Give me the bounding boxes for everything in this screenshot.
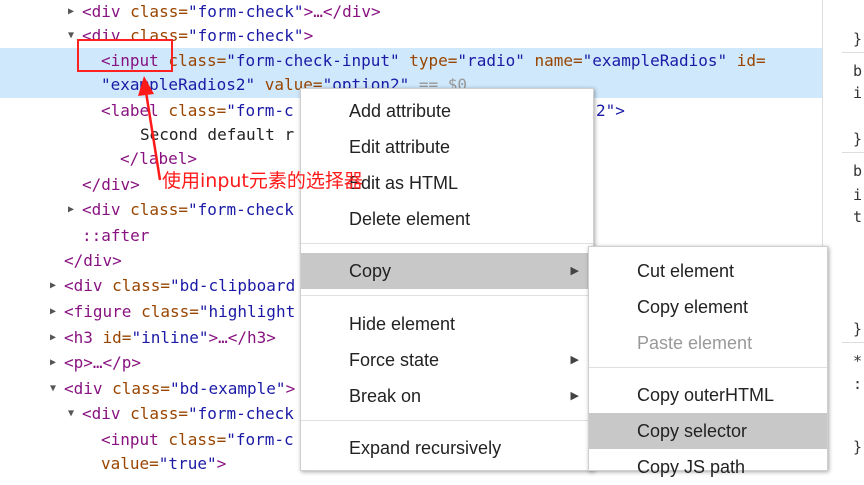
- menu-item-force-state[interactable]: Force state ▶: [301, 342, 593, 378]
- dom-node-line[interactable]: <h3 id="inline">…</h3>: [64, 326, 276, 350]
- expand-triangle-icon[interactable]: ▶: [68, 198, 74, 222]
- submenu-item-paste-element: Paste element: [637, 333, 753, 353]
- pseudo-element[interactable]: ::after: [82, 224, 149, 248]
- text-node[interactable]: Second default r: [140, 123, 294, 147]
- menu-separator: [301, 295, 593, 296]
- dom-node-line[interactable]: <input class="form-c: [101, 428, 294, 452]
- selected-dom-node-line[interactable]: <input class="form-check-input" type="ra…: [101, 49, 766, 73]
- dom-node-line-tail: 2">: [596, 101, 625, 120]
- styles-rule-brace: }: [853, 320, 863, 338]
- styles-divider: [842, 152, 864, 153]
- collapse-triangle-icon[interactable]: ▼: [50, 377, 56, 401]
- collapse-triangle-icon[interactable]: ▼: [68, 24, 74, 48]
- submenu-item-copy-element[interactable]: Copy element: [589, 289, 827, 325]
- submenu-arrow-icon: ▶: [570, 265, 579, 277]
- copy-submenu: Cut element Copy element Paste element C…: [588, 246, 828, 477]
- submenu-item-copy-js-path[interactable]: Copy JS path: [589, 449, 827, 485]
- menu-separator: [589, 367, 827, 368]
- input-highlight-box: [77, 39, 173, 72]
- dom-node-line[interactable]: <div class="bd-clipboard: [64, 274, 295, 298]
- styles-rule-brace: }: [853, 438, 863, 456]
- menu-item-expand-recursively[interactable]: Expand recursively: [301, 430, 593, 466]
- menu-item-copy[interactable]: Copy ▶: [301, 253, 593, 289]
- expand-triangle-icon[interactable]: ▶: [50, 351, 56, 375]
- submenu-item-copy-outerhtml[interactable]: Copy outerHTML: [589, 377, 827, 413]
- styles-rule-text: t: [853, 208, 863, 226]
- menu-item-edit-attribute[interactable]: Edit attribute: [301, 129, 593, 165]
- expand-triangle-icon[interactable]: ▶: [50, 300, 56, 324]
- menu-item-break-on[interactable]: Break on ▶: [301, 378, 593, 414]
- styles-rule-text: :: [853, 375, 863, 393]
- menu-separator: [301, 243, 593, 244]
- expand-triangle-icon[interactable]: ▶: [50, 326, 56, 350]
- closing-tag[interactable]: </div>: [64, 249, 122, 273]
- dom-node-line[interactable]: <div class="form-check">…</div>: [82, 0, 381, 24]
- dom-node-line[interactable]: <div class="bd-example">: [64, 377, 295, 401]
- menu-item-delete-element[interactable]: Delete element: [301, 201, 593, 237]
- dom-node-line[interactable]: <label class="form-c: [101, 99, 294, 123]
- styles-rule-brace: }: [853, 130, 863, 148]
- expand-triangle-icon[interactable]: ▶: [50, 274, 56, 298]
- expand-triangle-icon[interactable]: ▶: [68, 0, 74, 24]
- annotation-text: 使用input元素的选择器: [162, 170, 363, 192]
- styles-rule-text: *: [853, 352, 863, 370]
- styles-rule-text: b: [853, 162, 863, 180]
- styles-rule-text: i: [853, 186, 863, 204]
- collapse-triangle-icon[interactable]: ▼: [68, 402, 74, 426]
- menu-item-hide-element[interactable]: Hide element: [301, 306, 593, 342]
- menu-separator: [301, 420, 593, 421]
- dom-node-line[interactable]: <div class="form-check: [82, 402, 294, 426]
- styles-divider: [842, 342, 864, 343]
- submenu-item-copy-selector[interactable]: Copy selector: [589, 413, 827, 449]
- menu-item-add-attribute[interactable]: Add attribute: [301, 93, 593, 129]
- closing-tag[interactable]: </div>: [82, 173, 140, 197]
- dom-node-line[interactable]: <div class="form-check: [82, 198, 294, 222]
- dom-node-line[interactable]: <figure class="highlight: [64, 300, 295, 324]
- submenu-arrow-icon: ▶: [570, 390, 579, 402]
- submenu-item-cut-element[interactable]: Cut element: [589, 253, 827, 289]
- context-menu: Add attribute Edit attribute Edit as HTM…: [300, 88, 594, 471]
- styles-rule-brace: }: [853, 30, 863, 48]
- styles-divider: [842, 52, 864, 53]
- styles-pane[interactable]: } b i } b i t } * : }: [822, 0, 864, 469]
- submenu-arrow-icon: ▶: [570, 354, 579, 366]
- styles-rule-text: i: [853, 84, 863, 102]
- dom-node-line-cont[interactable]: value="true">: [101, 452, 226, 469]
- dom-node-line[interactable]: <p>…</p>: [64, 351, 141, 375]
- styles-rule-text: b: [853, 62, 863, 80]
